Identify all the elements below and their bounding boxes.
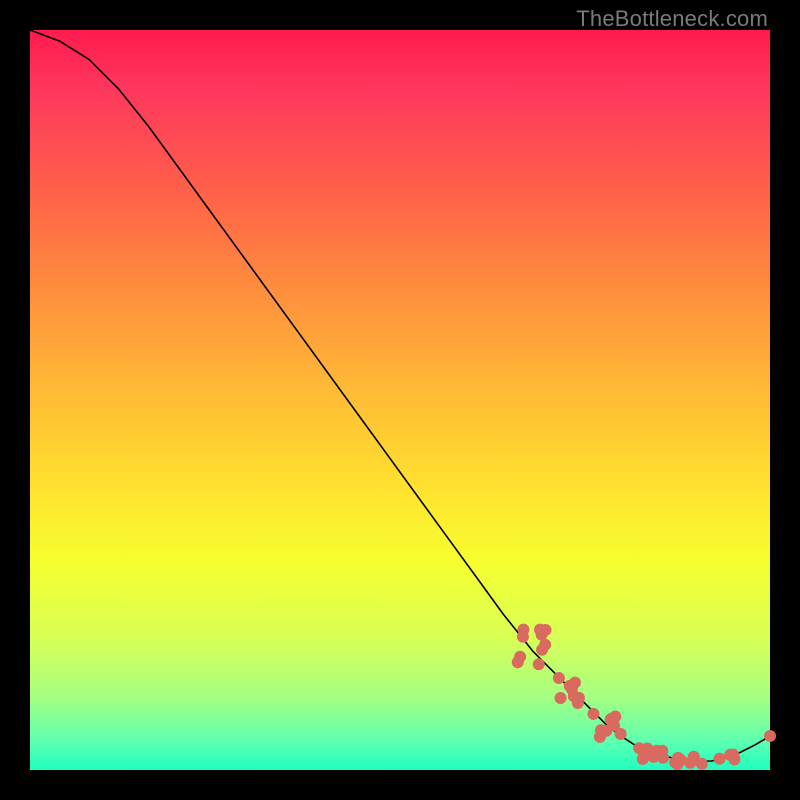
data-point [512, 657, 523, 668]
plot-area [30, 30, 770, 770]
data-point [657, 745, 668, 756]
data-point [537, 644, 548, 655]
data-point [555, 692, 566, 703]
data-point [568, 691, 579, 702]
data-point [533, 659, 544, 670]
data-point [588, 708, 599, 719]
data-point [765, 730, 776, 741]
curve-line [30, 30, 770, 761]
data-point [569, 677, 580, 688]
data-point [517, 631, 528, 642]
data-point [553, 672, 564, 683]
data-point [688, 751, 699, 762]
data-point [670, 757, 681, 768]
scatter-dots [512, 624, 775, 770]
chart-svg [30, 30, 770, 770]
data-point [540, 624, 551, 635]
data-point [634, 743, 645, 754]
watermark-label: TheBottleneck.com [576, 6, 768, 32]
chart-stage: TheBottleneck.com [0, 0, 800, 800]
data-point [729, 754, 740, 765]
data-point [714, 753, 725, 764]
data-point [596, 725, 607, 736]
